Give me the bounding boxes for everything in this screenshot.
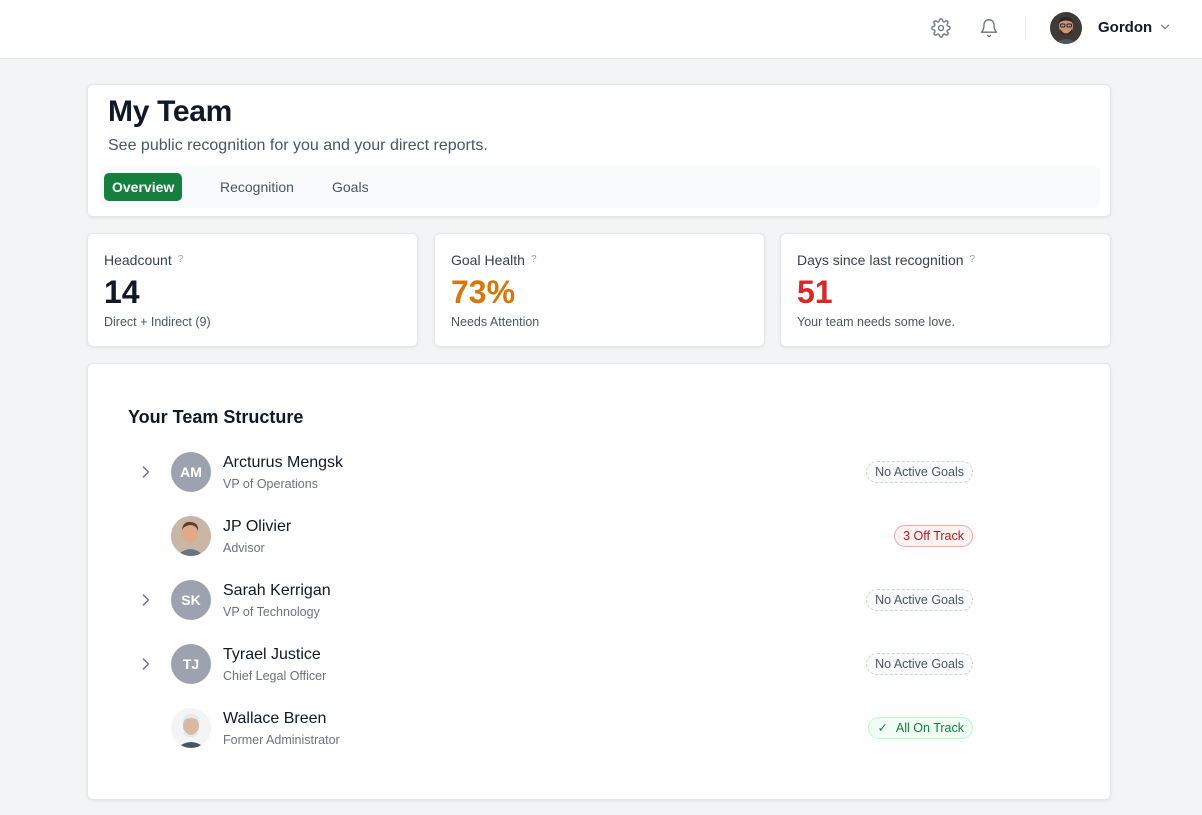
stat-value: 14 bbox=[104, 274, 140, 310]
team-member-row[interactable]: JP Olivier Advisor 3 Off Track bbox=[88, 508, 1112, 564]
member-role: Advisor bbox=[223, 541, 265, 555]
stat-value: 51 bbox=[797, 274, 833, 310]
status-badge: No Active Goals bbox=[866, 461, 973, 483]
member-name[interactable]: Wallace Breen bbox=[223, 710, 326, 728]
check-icon: ✓ bbox=[877, 721, 888, 735]
page-title: My Team bbox=[108, 95, 233, 128]
stat-label-text: Days since last recognition bbox=[797, 252, 964, 268]
avatar bbox=[171, 708, 211, 748]
user-name[interactable]: Gordon bbox=[1098, 19, 1152, 36]
tab-goals[interactable]: Goals bbox=[324, 173, 377, 201]
avatar bbox=[171, 516, 211, 556]
page-subtitle: See public recognition for you and your … bbox=[108, 137, 488, 154]
user-menu-toggle[interactable] bbox=[1158, 20, 1172, 34]
goal-health-card: Goal Health? 73% Needs Attention bbox=[434, 233, 765, 347]
days-since-recognition-card: Days since last recognition? 51 Your tea… bbox=[780, 233, 1111, 347]
gear-icon bbox=[931, 18, 951, 38]
stat-label-text: Goal Health bbox=[451, 252, 525, 268]
stat-label: Headcount? bbox=[104, 252, 183, 268]
team-member-row[interactable]: SK Sarah Kerrigan VP of Technology No Ac… bbox=[88, 572, 1112, 628]
team-structure-card: Your Team Structure AM Arcturus Mengsk V… bbox=[87, 363, 1111, 800]
status-badge: No Active Goals bbox=[866, 653, 973, 675]
team-member-row[interactable]: TJ Tyrael Justice Chief Legal Officer No… bbox=[88, 636, 1112, 692]
stat-label: Days since last recognition? bbox=[797, 252, 975, 268]
chevron-right-icon bbox=[142, 466, 150, 478]
member-name[interactable]: JP Olivier bbox=[223, 518, 291, 536]
stat-label: Goal Health? bbox=[451, 252, 537, 268]
avatar: SK bbox=[171, 580, 211, 620]
member-role: Former Administrator bbox=[223, 733, 340, 747]
page-header-card: My Team See public recognition for you a… bbox=[87, 84, 1111, 217]
team-member-row[interactable]: AM Arcturus Mengsk VP of Operations No A… bbox=[88, 444, 1112, 500]
stat-note: Direct + Indirect (9) bbox=[104, 315, 211, 329]
status-badge: ✓ All On Track bbox=[868, 717, 973, 739]
avatar: TJ bbox=[171, 644, 211, 684]
chevron-right-icon bbox=[142, 594, 150, 606]
stat-note: Needs Attention bbox=[451, 315, 540, 329]
tab-recognition[interactable]: Recognition bbox=[212, 173, 302, 201]
stat-label-text: Headcount bbox=[104, 252, 172, 268]
avatar: AM bbox=[171, 452, 211, 492]
top-bar: Gordon bbox=[0, 0, 1202, 59]
status-badge: 3 Off Track bbox=[894, 525, 973, 547]
expand-button[interactable] bbox=[136, 590, 156, 610]
chevron-down-icon bbox=[1160, 24, 1170, 30]
headcount-card: Headcount? 14 Direct + Indirect (9) bbox=[87, 233, 418, 347]
chevron-right-icon bbox=[142, 658, 150, 670]
expand-button[interactable] bbox=[136, 654, 156, 674]
settings-button[interactable] bbox=[930, 16, 952, 40]
user-avatar[interactable] bbox=[1050, 12, 1082, 44]
stat-value: 73% bbox=[451, 274, 516, 310]
member-role: VP of Technology bbox=[223, 605, 320, 619]
status-badge: No Active Goals bbox=[866, 589, 973, 611]
section-title: Your Team Structure bbox=[128, 407, 304, 427]
topbar-divider bbox=[1025, 16, 1026, 40]
help-icon[interactable]: ? bbox=[531, 254, 537, 265]
notifications-button[interactable] bbox=[978, 16, 1000, 40]
stat-note: Your team needs some love. bbox=[797, 315, 955, 329]
member-name[interactable]: Tyrael Justice bbox=[223, 646, 321, 664]
member-name[interactable]: Arcturus Mengsk bbox=[223, 454, 343, 472]
help-icon[interactable]: ? bbox=[178, 254, 184, 265]
tab-overview[interactable]: Overview bbox=[104, 173, 183, 201]
member-name[interactable]: Sarah Kerrigan bbox=[223, 582, 331, 600]
tab-bar: Overview Recognition Goals bbox=[100, 166, 1100, 208]
status-text: All On Track bbox=[895, 721, 964, 735]
member-role: Chief Legal Officer bbox=[223, 669, 327, 683]
team-member-row[interactable]: Wallace Breen Former Administrator ✓ All … bbox=[88, 700, 1112, 756]
help-icon[interactable]: ? bbox=[970, 254, 976, 265]
bell-icon bbox=[980, 19, 998, 37]
expand-button[interactable] bbox=[136, 462, 156, 482]
member-role: VP of Operations bbox=[223, 477, 318, 491]
